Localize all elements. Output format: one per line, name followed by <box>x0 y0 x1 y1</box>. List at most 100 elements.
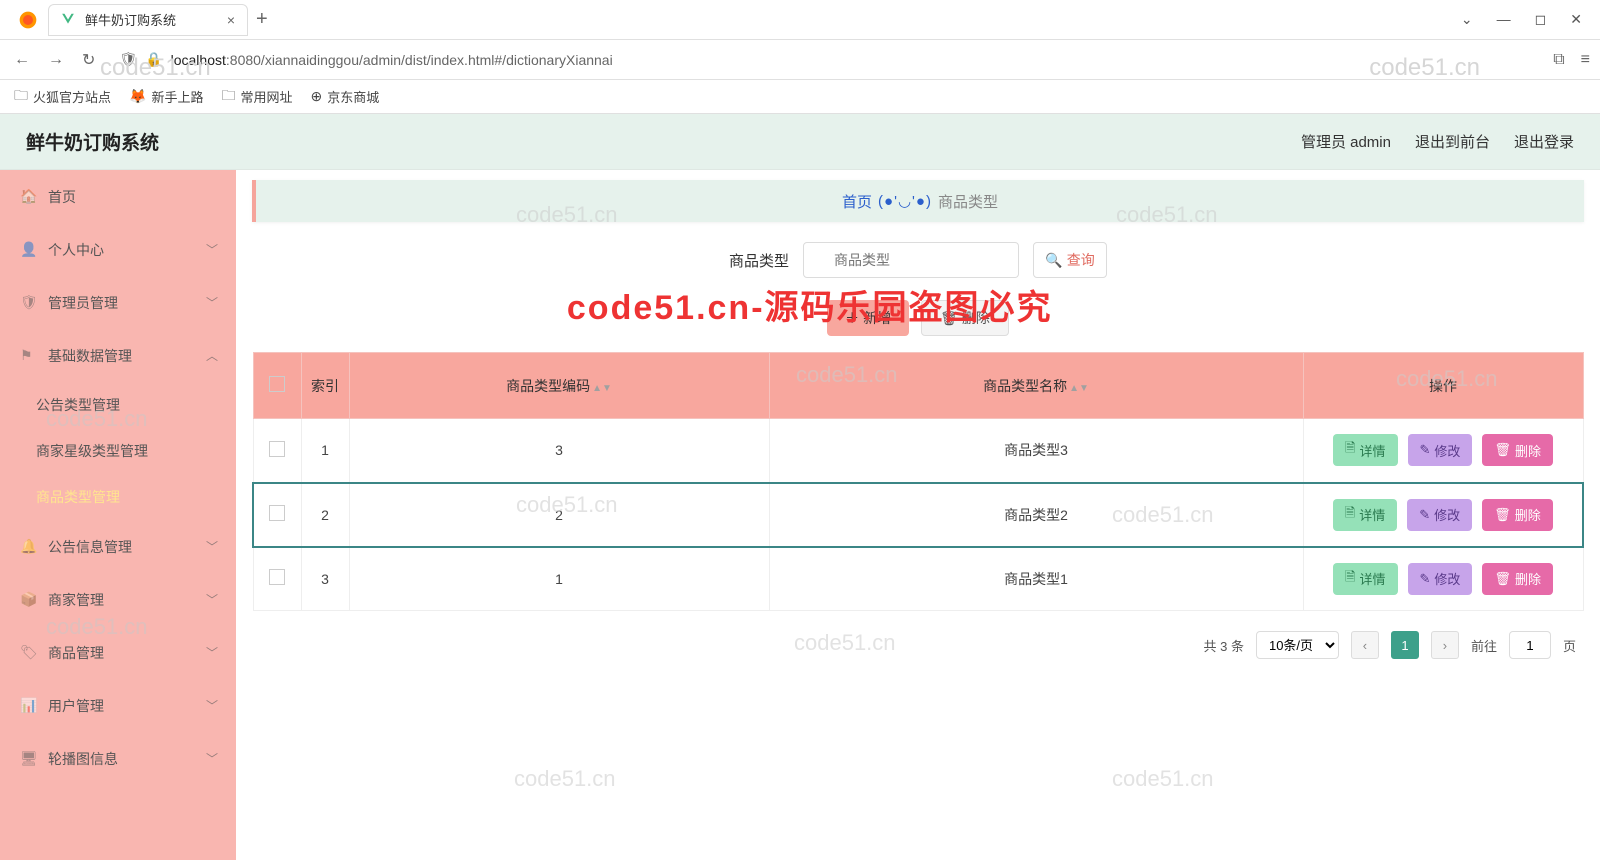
sidebar-item-profile[interactable]: 👤个人中心﹀ <box>0 223 236 276</box>
trash-icon: 🗑 <box>940 310 958 327</box>
tag-icon: 🏷 <box>20 644 40 661</box>
page-size-select[interactable]: 10条/页 <box>1256 631 1339 659</box>
bookmark-item[interactable]: 🗀火狐官方站点 <box>14 85 111 109</box>
sort-icon: ▲▼ <box>592 386 612 391</box>
row-delete-button[interactable]: 🗑 删除 <box>1482 499 1553 531</box>
plus-icon: ＋ <box>845 308 859 328</box>
sidebar-item-home[interactable]: 🏠首页 <box>0 170 236 223</box>
shield-icon: 🛡 <box>119 51 137 68</box>
sidebar-sub-notice-type[interactable]: 公告类型管理 <box>0 382 236 428</box>
watermark: code51.cn <box>1112 766 1214 792</box>
url-input[interactable]: 🛡 🔒 localhost:8080/xiannaidinggou/admin/… <box>109 47 1543 72</box>
action-row: ＋新增 🗑删除 <box>252 300 1584 336</box>
sidebar-item-users[interactable]: 📊用户管理﹀ <box>0 679 236 732</box>
search-input[interactable] <box>803 242 1019 278</box>
back-icon[interactable]: ← <box>10 47 34 73</box>
home-icon: 🏠 <box>20 188 40 205</box>
sidebar-item-product[interactable]: 🏷商品管理﹀ <box>0 626 236 679</box>
chevron-down-icon: ﹀ <box>206 538 218 555</box>
sidebar-item-basedata[interactable]: ⚑基础数据管理︿ <box>0 329 236 382</box>
browser-tab[interactable]: 鲜牛奶订购系统 × <box>48 4 248 36</box>
reload-icon[interactable]: ↻ <box>78 46 99 74</box>
cell-code: 3 <box>349 419 769 483</box>
breadcrumb-home[interactable]: 首页 <box>842 191 872 212</box>
watermark: code51.cn <box>514 766 616 792</box>
next-page-button[interactable]: › <box>1431 631 1459 659</box>
row-delete-button[interactable]: 🗑 删除 <box>1482 563 1553 595</box>
flag-icon: ⚑ <box>20 347 40 364</box>
firefox-icon <box>16 8 40 32</box>
app-title: 鲜牛奶订购系统 <box>26 128 159 155</box>
user-icon: 👤 <box>20 241 40 258</box>
extension-icon[interactable]: ⧉ <box>1553 51 1564 69</box>
menu-icon[interactable]: ≡ <box>1581 51 1590 69</box>
th-index[interactable]: 索引 <box>301 353 349 419</box>
url-path: :8080/xiannaidinggou/admin/dist/index.ht… <box>226 52 613 68</box>
browser-tab-bar: 鲜牛奶订购系统 × + ⌄ — ◻ ✕ <box>0 0 1600 40</box>
sidebar-item-admin[interactable]: 🛡管理员管理﹀ <box>0 276 236 329</box>
pagination: 共 3 条 10条/页 ‹ 1 › 前往 页 <box>252 631 1584 679</box>
page-button-1[interactable]: 1 <box>1391 631 1419 659</box>
maximize-icon[interactable]: ◻ <box>1535 11 1547 28</box>
checkbox[interactable] <box>269 441 285 457</box>
trash-icon: 🗑 <box>1494 442 1511 458</box>
folder-icon: 🗀 <box>14 85 28 109</box>
detail-button[interactable]: 🗎 详情 <box>1333 499 1397 531</box>
checkbox-all[interactable] <box>269 376 285 392</box>
goto-page-input[interactable] <box>1509 631 1551 659</box>
trash-icon: 🗑 <box>1494 571 1511 587</box>
prev-page-button[interactable]: ‹ <box>1351 631 1379 659</box>
chevron-down-icon: ﹀ <box>206 241 218 258</box>
add-button[interactable]: ＋新增 <box>827 300 909 336</box>
url-host: localhost <box>171 52 226 68</box>
minimize-icon[interactable]: — <box>1497 11 1511 28</box>
sidebar-sub-merchant-level[interactable]: 商家星级类型管理 <box>0 428 236 474</box>
bookmarks-bar: 🗀火狐官方站点 🦊新手上路 🗀常用网址 ⊕京东商城 <box>0 80 1600 114</box>
bookmark-item[interactable]: 🗀常用网址 <box>221 85 292 109</box>
new-tab-button[interactable]: + <box>256 8 268 31</box>
edit-button[interactable]: ✎ 修改 <box>1408 434 1473 466</box>
query-button[interactable]: 🔍查询 <box>1033 242 1107 278</box>
th-ops: 操作 <box>1303 353 1583 419</box>
cell-index: 2 <box>301 483 349 547</box>
sidebar-item-carousel[interactable]: 🖥轮播图信息﹀ <box>0 732 236 785</box>
checkbox[interactable] <box>269 505 285 521</box>
close-window-icon[interactable]: ✕ <box>1570 11 1582 28</box>
close-icon[interactable]: × <box>227 12 235 28</box>
goto-suffix: 页 <box>1563 636 1576 655</box>
sidebar-item-notice[interactable]: 🔔公告信息管理﹀ <box>0 520 236 573</box>
th-name[interactable]: 商品类型名称▲▼ <box>769 353 1303 419</box>
bookmark-item[interactable]: ⊕京东商城 <box>310 87 379 106</box>
breadcrumb-current: 商品类型 <box>938 191 998 212</box>
table-row[interactable]: 22商品类型2🗎 详情✎ 修改🗑 删除 <box>253 483 1583 547</box>
box-icon: 📦 <box>20 591 40 608</box>
table-row[interactable]: 13商品类型3🗎 详情✎ 修改🗑 删除 <box>253 419 1583 483</box>
delete-button[interactable]: 🗑删除 <box>921 300 1009 336</box>
bookmark-item[interactable]: 🦊新手上路 <box>129 87 203 106</box>
cell-index: 3 <box>301 547 349 611</box>
checkbox[interactable] <box>269 569 285 585</box>
cell-index: 1 <box>301 419 349 483</box>
edit-button[interactable]: ✎ 修改 <box>1408 563 1473 595</box>
breadcrumb: 首页 (●'◡'●) 商品类型 <box>252 180 1584 222</box>
detail-button[interactable]: 🗎 详情 <box>1333 434 1397 466</box>
chevron-down-icon: ﹀ <box>206 591 218 608</box>
forward-icon[interactable]: → <box>44 47 68 73</box>
th-code[interactable]: 商品类型编码▲▼ <box>349 353 769 419</box>
edit-button[interactable]: ✎ 修改 <box>1407 499 1472 531</box>
dropdown-icon[interactable]: ⌄ <box>1461 11 1473 28</box>
logout-button[interactable]: 退出登录 <box>1514 131 1574 152</box>
detail-button[interactable]: 🗎 详情 <box>1333 563 1397 595</box>
doc-icon: 🗎 <box>1345 568 1355 590</box>
user-label[interactable]: 管理员 admin <box>1301 131 1391 152</box>
pagination-total: 共 3 条 <box>1204 636 1244 655</box>
sidebar-item-merchant[interactable]: 📦商家管理﹀ <box>0 573 236 626</box>
sort-icon: ▲▼ <box>1069 386 1089 391</box>
folder-icon: 🗀 <box>221 85 235 109</box>
window-controls: ⌄ — ◻ ✕ <box>1461 11 1592 28</box>
table-row[interactable]: 31商品类型1🗎 详情✎ 修改🗑 删除 <box>253 547 1583 611</box>
sidebar-sub-product-type[interactable]: 商品类型管理 <box>0 474 236 520</box>
chevron-down-icon: ﹀ <box>206 644 218 661</box>
row-delete-button[interactable]: 🗑 删除 <box>1482 434 1553 466</box>
exit-front-button[interactable]: 退出到前台 <box>1415 131 1490 152</box>
